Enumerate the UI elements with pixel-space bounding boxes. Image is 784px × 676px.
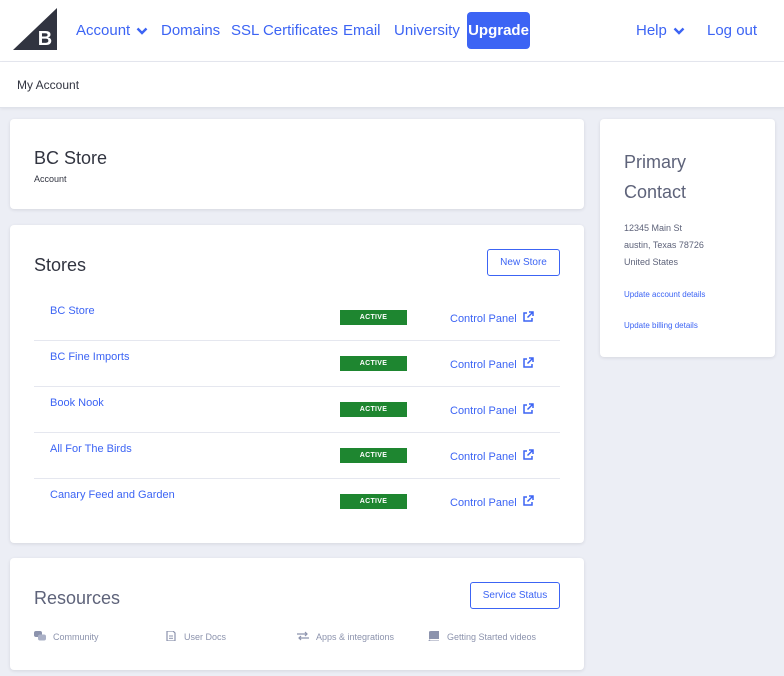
- nav-help[interactable]: Help: [636, 21, 685, 41]
- chevron-down-icon: [673, 27, 685, 35]
- update-account-details-link[interactable]: Update account details: [624, 290, 705, 299]
- store-name-link[interactable]: Book Nook: [50, 397, 104, 409]
- service-status-button[interactable]: Service Status: [470, 582, 560, 609]
- address-line-3: United States: [624, 257, 679, 267]
- external-link-icon: [522, 495, 534, 506]
- nav-domains[interactable]: Domains: [161, 21, 220, 41]
- control-panel-link[interactable]: Control Panel: [450, 449, 534, 463]
- nav-account-label: Account: [76, 22, 131, 39]
- external-link-icon: [522, 311, 534, 322]
- control-panel-link[interactable]: Control Panel: [450, 357, 534, 371]
- stores-title: Stores: [34, 255, 87, 275]
- store-row: All For The Birds ACTIVE Control Panel: [34, 433, 560, 479]
- account-subtitle: Account: [34, 174, 67, 184]
- store-name-link[interactable]: All For The Birds: [50, 443, 132, 455]
- external-link-icon: [522, 357, 534, 368]
- external-link-icon: [522, 449, 534, 460]
- document-icon: [166, 631, 176, 641]
- control-panel-link[interactable]: Control Panel: [450, 311, 534, 325]
- status-badge: ACTIVE: [340, 494, 407, 509]
- store-row: BC Store ACTIVE Control Panel: [34, 295, 560, 341]
- control-panel-label: Control Panel: [450, 405, 517, 417]
- stores-card: Stores New Store BC Store ACTIVE Control…: [10, 225, 584, 543]
- update-billing-details-link[interactable]: Update billing details: [624, 321, 698, 330]
- store-row: Canary Feed and Garden ACTIVE Control Pa…: [34, 479, 560, 525]
- status-badge: ACTIVE: [340, 310, 407, 325]
- external-link-icon: [522, 403, 534, 414]
- store-name-link[interactable]: Canary Feed and Garden: [50, 489, 175, 501]
- nav-ssl-certificates[interactable]: SSL Certificates: [231, 21, 338, 41]
- nav-email[interactable]: Email: [343, 21, 381, 41]
- control-panel-label: Control Panel: [450, 451, 517, 463]
- resource-label: Getting Started videos: [447, 632, 537, 642]
- resource-label: User Docs: [184, 632, 227, 642]
- breadcrumb: My Account: [0, 62, 784, 108]
- nav-university[interactable]: University: [394, 21, 460, 41]
- swap-arrows-icon: [297, 631, 309, 641]
- resource-getting-started-videos-link[interactable]: Getting Started videos: [428, 631, 536, 642]
- address-line-2: austin, Texas 78726: [624, 240, 704, 250]
- resource-community-link[interactable]: Community: [34, 631, 99, 642]
- chevron-down-icon: [136, 27, 148, 35]
- book-icon: [428, 631, 439, 641]
- address-line-1: 12345 Main St: [624, 223, 683, 233]
- chat-bubbles-icon: [34, 631, 46, 641]
- nav-account[interactable]: Account: [76, 21, 148, 41]
- store-name-link[interactable]: BC Fine Imports: [50, 351, 129, 363]
- resources-title: Resources: [34, 588, 121, 608]
- resource-apps-integrations-link[interactable]: Apps & integrations: [297, 631, 394, 642]
- resource-label: Community: [53, 632, 99, 642]
- new-store-button[interactable]: New Store: [487, 249, 560, 276]
- control-panel-link[interactable]: Control Panel: [450, 495, 534, 509]
- breadcrumb-label: My Account: [17, 78, 80, 92]
- top-navigation: B Account Domains SSL Certificates Email…: [0, 0, 784, 62]
- logo-letter: B: [38, 28, 52, 50]
- resources-card: Resources Service Status Community User …: [10, 558, 584, 670]
- control-panel-label: Control Panel: [450, 359, 517, 371]
- nav-logout[interactable]: Log out: [707, 21, 757, 41]
- resource-user-docs-link[interactable]: User Docs: [165, 631, 226, 642]
- account-card: BC Store Account: [10, 119, 584, 209]
- account-title: BC Store: [34, 148, 108, 168]
- status-badge: ACTIVE: [340, 448, 407, 463]
- contact-title: Primary Contact: [624, 152, 687, 202]
- store-row: Book Nook ACTIVE Control Panel: [34, 387, 560, 433]
- control-panel-link[interactable]: Control Panel: [450, 403, 534, 417]
- bigcommerce-logo[interactable]: B: [13, 8, 57, 50]
- resource-label: Apps & integrations: [316, 632, 395, 642]
- store-name-link[interactable]: BC Store: [50, 305, 95, 317]
- status-badge: ACTIVE: [340, 356, 407, 371]
- store-row: BC Fine Imports ACTIVE Control Panel: [34, 341, 560, 387]
- control-panel-label: Control Panel: [450, 313, 517, 325]
- upgrade-button[interactable]: Upgrade: [467, 12, 530, 49]
- nav-help-label: Help: [636, 22, 667, 39]
- primary-contact-card: Primary Contact 12345 Main St austin, Te…: [600, 119, 775, 357]
- control-panel-label: Control Panel: [450, 497, 517, 509]
- status-badge: ACTIVE: [340, 402, 407, 417]
